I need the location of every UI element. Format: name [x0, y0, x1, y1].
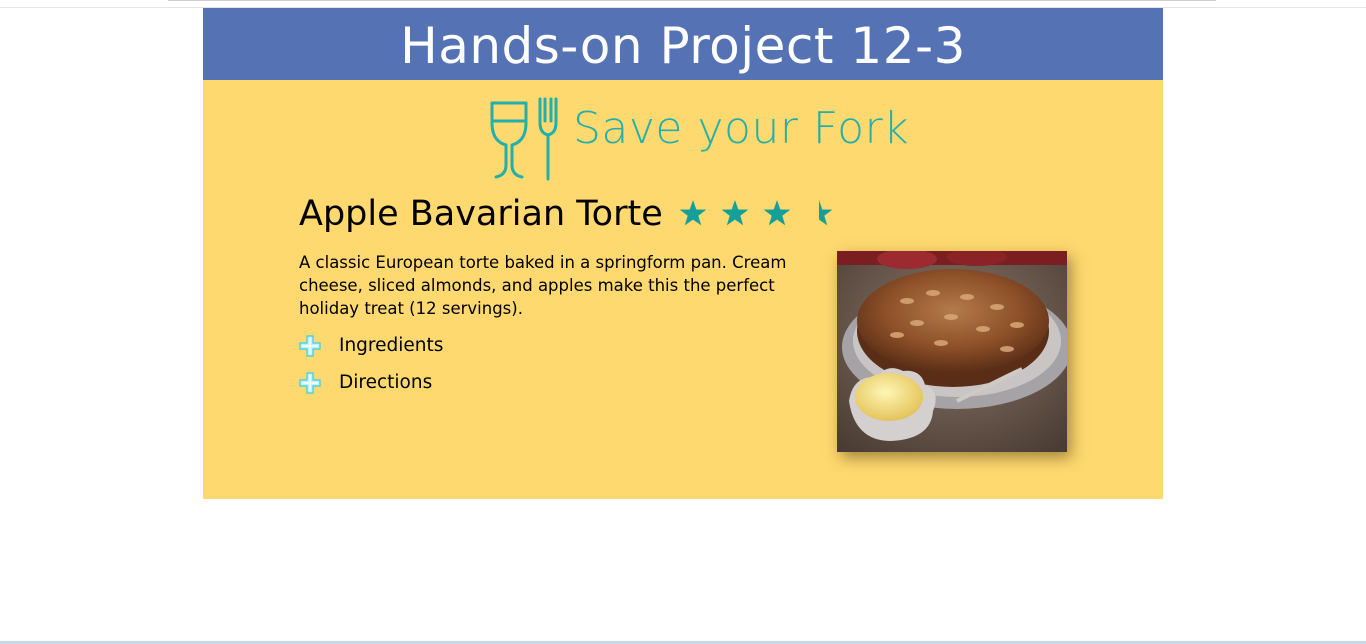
plus-icon[interactable]	[299, 335, 321, 357]
rating-stars	[679, 199, 839, 229]
recipe-title: Apple Bavarian Torte	[299, 194, 663, 234]
torte-photo	[837, 251, 1067, 452]
recipe-description: A classic European torte baked in a spri…	[299, 253, 787, 318]
section-ingredients[interactable]: Ingredients	[299, 334, 443, 358]
glass-fork-logo-icon	[490, 97, 558, 181]
torte-photo-image	[837, 251, 1067, 452]
section-label-ingredients[interactable]: Ingredients	[339, 335, 443, 356]
site-logo: Save your Fork	[488, 97, 918, 181]
plus-icon[interactable]	[299, 372, 321, 394]
section-label-directions[interactable]: Directions	[339, 372, 432, 393]
logo-text: Save your Fork	[573, 103, 910, 154]
rating-stars-graphic	[679, 200, 833, 226]
banner-title: Hands-on Project 12-3	[400, 17, 966, 75]
browser-edge	[168, 0, 1216, 1]
rating-star-icon	[679, 200, 707, 226]
section-directions[interactable]: Directions	[299, 371, 432, 395]
rating-star-icon	[763, 200, 791, 226]
rating-star-icon	[819, 200, 833, 226]
rating-star-icon	[721, 200, 749, 226]
page-banner: Hands-on Project 12-3	[203, 8, 1163, 80]
page-container: Hands-on Project 12-3 Save your Fork App…	[203, 8, 1163, 499]
